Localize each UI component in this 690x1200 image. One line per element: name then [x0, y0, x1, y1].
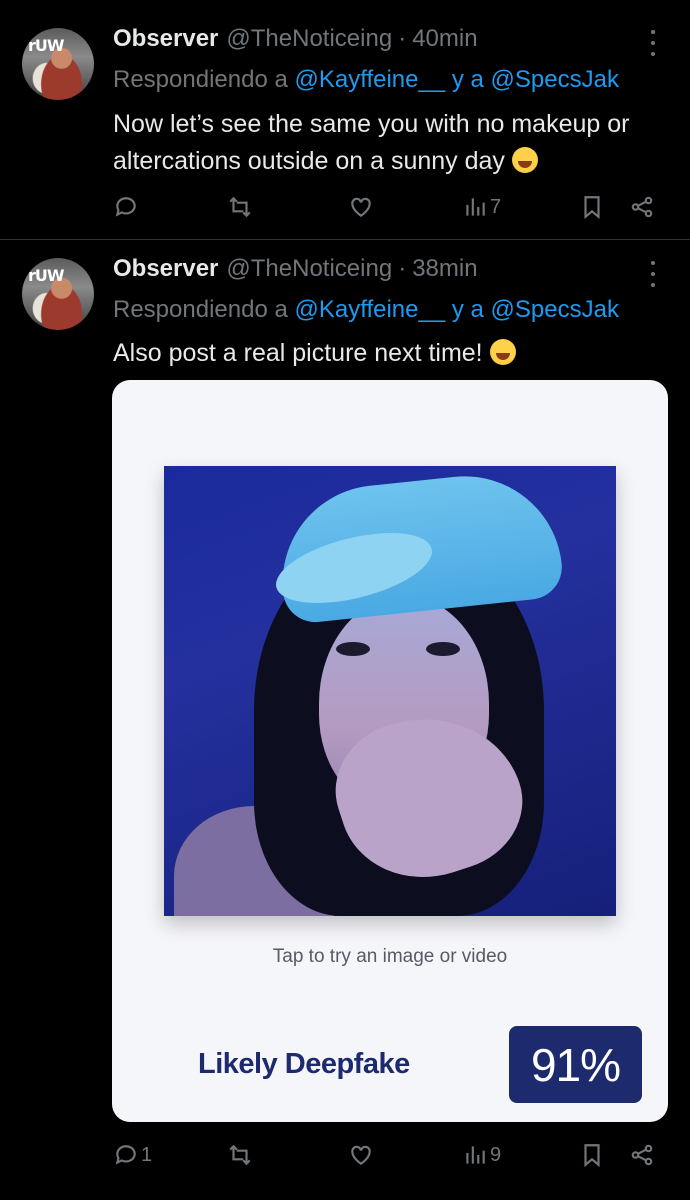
more-icon[interactable]: [646, 30, 660, 56]
mention-link[interactable]: @SpecsJak: [491, 296, 619, 323]
tweet[interactable]: rUW Observer @TheNoticeing · 38min Respo…: [0, 241, 690, 1200]
replying-to: Respondiendo a @Kayffeine__ y a @SpecsJa…: [113, 296, 619, 324]
more-icon[interactable]: [646, 261, 660, 287]
analyzed-photo[interactable]: [164, 466, 616, 916]
mention-link[interactable]: @Kayffeine__: [294, 296, 445, 323]
author-name[interactable]: Observer: [113, 255, 218, 283]
retweet-icon: [229, 196, 251, 218]
like-button[interactable]: [348, 1139, 374, 1171]
heart-icon: [351, 1145, 371, 1165]
bookmark-icon: [584, 196, 600, 220]
bookmark-button[interactable]: [579, 1139, 605, 1171]
timestamp[interactable]: 38min: [412, 255, 477, 283]
share-icon: [631, 196, 653, 218]
deepfake-detector-card[interactable]: Tap to try an image or video Likely Deep…: [112, 380, 668, 1122]
tweet-text: Now let’s see the same you with no makeu…: [113, 106, 673, 180]
photo-eye: [336, 642, 370, 656]
replying-to: Respondiendo a @Kayffeine__ y a @SpecsJa…: [113, 66, 619, 94]
author-handle[interactable]: @TheNoticeing: [226, 25, 392, 53]
reply-join: y a: [451, 66, 484, 93]
rofl-emoji-icon: [489, 339, 516, 365]
reply-button[interactable]: [113, 191, 141, 223]
views-icon: [466, 1146, 485, 1164]
mention-link[interactable]: @Kayffeine__: [294, 66, 445, 93]
heart-icon: [351, 197, 371, 217]
mention-link[interactable]: @SpecsJak: [491, 66, 619, 93]
views-button[interactable]: 9: [462, 1139, 501, 1171]
confidence-badge: 91%: [509, 1026, 642, 1103]
reply-prefix: Respondiendo a: [113, 66, 288, 93]
tweet-header: Observer @TheNoticeing · 38min: [113, 255, 478, 287]
reply-button[interactable]: 1: [113, 1139, 152, 1171]
avatar[interactable]: rUW: [22, 258, 94, 330]
avatar-logo-text: rUW: [28, 266, 65, 285]
tweet-text-content: Also post a real picture next time!: [113, 339, 483, 367]
tweet-text-content: Now let’s see the same you with no makeu…: [113, 110, 630, 175]
separator-dot: ·: [398, 25, 407, 52]
share-icon: [631, 1144, 653, 1166]
timestamp[interactable]: 40min: [412, 25, 477, 53]
author-name[interactable]: Observer: [113, 25, 218, 53]
reply-icon: [115, 1145, 136, 1165]
bookmark-button[interactable]: [579, 191, 605, 223]
action-bar: 7: [113, 191, 663, 223]
reply-prefix: Respondiendo a: [113, 296, 288, 323]
reply-count: 1: [141, 1143, 153, 1166]
share-button[interactable]: [629, 1139, 655, 1171]
retweet-button[interactable]: [227, 1139, 253, 1171]
tap-to-try-text[interactable]: Tap to try an image or video: [112, 946, 668, 968]
retweet-button[interactable]: [227, 191, 253, 223]
share-button[interactable]: [629, 191, 655, 223]
like-button[interactable]: [348, 191, 374, 223]
verdict-label: Likely Deepfake: [198, 1048, 410, 1080]
avatar[interactable]: rUW: [22, 28, 94, 100]
reply-join: y a: [451, 296, 484, 323]
view-count: 9: [490, 1143, 502, 1166]
action-bar: 1 9: [113, 1139, 663, 1171]
rofl-emoji-icon: [511, 147, 538, 173]
tweet[interactable]: rUW Observer @TheNoticeing · 40min Respo…: [0, 0, 690, 240]
bookmark-icon: [584, 1144, 600, 1168]
tweet-header: Observer @TheNoticeing · 40min: [113, 25, 478, 57]
tweet-text: Also post a real picture next time!: [113, 335, 673, 372]
views-icon: [466, 198, 485, 216]
views-button[interactable]: 7: [462, 191, 501, 223]
reply-icon: [115, 197, 136, 217]
retweet-icon: [229, 1144, 251, 1166]
photo-eye: [426, 642, 460, 656]
author-handle[interactable]: @TheNoticeing: [226, 255, 392, 283]
avatar-logo-text: rUW: [28, 36, 65, 55]
view-count: 7: [490, 195, 502, 218]
separator-dot: ·: [398, 255, 407, 282]
